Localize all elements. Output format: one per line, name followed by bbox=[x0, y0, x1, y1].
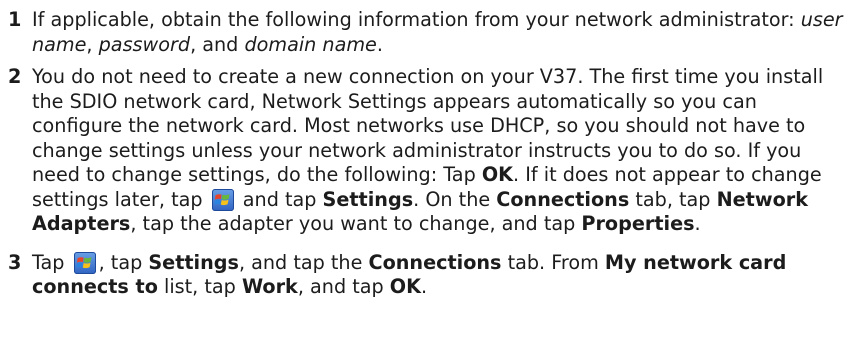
term-password: password bbox=[98, 32, 191, 56]
text-run: , tap bbox=[98, 250, 149, 274]
text-run: . bbox=[420, 275, 428, 298]
text-run: If applicable, obtain the following info… bbox=[32, 8, 801, 31]
text-run: list, tap bbox=[157, 275, 242, 298]
text-run: , tap the adapter you want to change, an… bbox=[130, 212, 582, 235]
step-2: 2 You do not need to create a new connec… bbox=[8, 65, 848, 237]
windows-start-icon bbox=[211, 188, 234, 211]
text-run: , and tap bbox=[297, 275, 390, 298]
step-3: 3 Tap , tap Settings, and tap the Connec… bbox=[8, 251, 848, 300]
connections-term: Connections bbox=[496, 187, 630, 211]
instruction-steps: 1 If applicable, obtain the following in… bbox=[0, 0, 848, 300]
text-run: , and tap the bbox=[238, 250, 369, 274]
windows-start-icon bbox=[73, 251, 96, 274]
properties-term: Properties bbox=[581, 212, 695, 235]
step-text: If applicable, obtain the following info… bbox=[32, 8, 848, 57]
work-term: Work bbox=[241, 275, 298, 298]
step-number: 2 bbox=[8, 65, 22, 88]
step-text: You do not need to create a new connecti… bbox=[32, 65, 848, 237]
ok-term: OK bbox=[481, 163, 514, 186]
step-text: Tap , tap Settings, and tap the Connecti… bbox=[32, 251, 848, 300]
text-run: Tap bbox=[32, 250, 71, 274]
text-run: tab. From bbox=[501, 250, 605, 274]
connections-term: Connections bbox=[368, 250, 502, 274]
text-run: tab, tap bbox=[629, 187, 717, 211]
term-domain-name: domain name bbox=[244, 32, 377, 56]
text-run: . On the bbox=[413, 187, 497, 211]
text-run: . bbox=[376, 32, 383, 56]
text-run: , and bbox=[190, 32, 245, 56]
step-number: 3 bbox=[8, 250, 22, 274]
text-run: . bbox=[694, 212, 701, 235]
text-run: , bbox=[86, 32, 99, 56]
text-run: and tap bbox=[236, 187, 323, 211]
ok-term: OK bbox=[389, 275, 421, 298]
settings-term: Settings bbox=[322, 187, 414, 211]
step-number: 1 bbox=[8, 8, 22, 31]
step-1: 1 If applicable, obtain the following in… bbox=[8, 8, 848, 57]
settings-term: Settings bbox=[148, 250, 239, 274]
